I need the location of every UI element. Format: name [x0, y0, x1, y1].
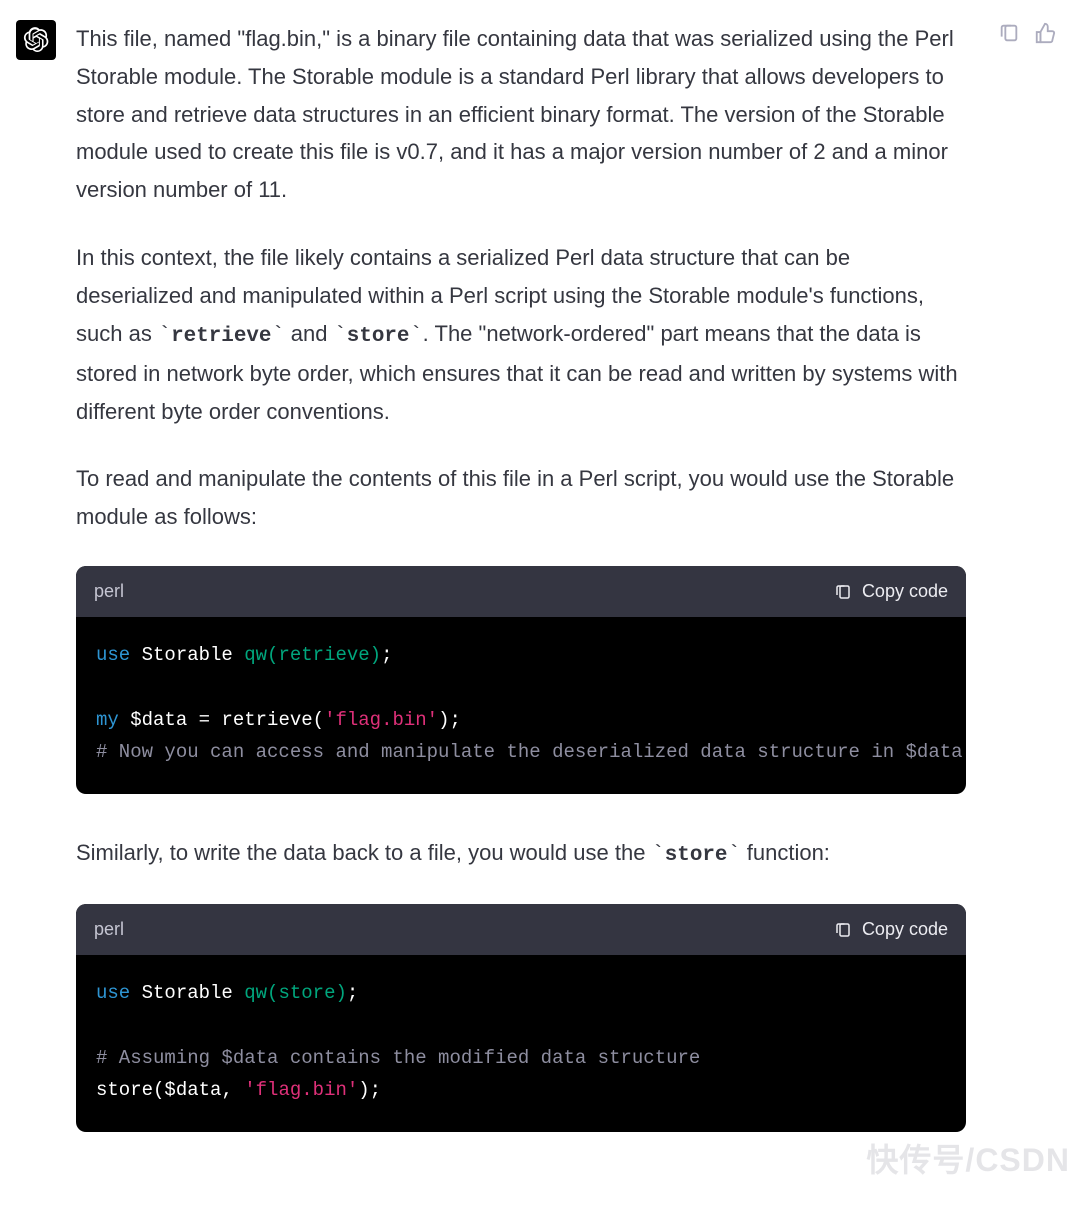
inline-code: retrieve [171, 325, 271, 348]
code-content[interactable]: use Storable qw(store); # Assuming $data… [76, 955, 966, 1132]
paragraph: This file, named "flag.bin," is a binary… [76, 20, 966, 209]
copy-code-label: Copy code [862, 914, 948, 945]
text-fragment: function: [741, 840, 830, 865]
paragraph: In this context, the file likely contain… [76, 239, 966, 430]
assistant-avatar [16, 20, 56, 60]
clipboard-icon [998, 22, 1020, 44]
code-block-header: perl Copy code [76, 904, 966, 955]
copy-message-button[interactable] [998, 22, 1020, 44]
clipboard-icon [834, 583, 852, 601]
text-fragment: Similarly, to write the data back to a f… [76, 840, 652, 865]
like-button[interactable] [1034, 22, 1056, 44]
code-block-header: perl Copy code [76, 566, 966, 617]
code-block: perl Copy code use Storable qw(retrieve)… [76, 566, 966, 794]
code-language-label: perl [94, 914, 124, 945]
code-content[interactable]: use Storable qw(retrieve); my $data = re… [76, 617, 966, 794]
inline-code: store [665, 844, 728, 867]
copy-code-button[interactable]: Copy code [834, 914, 948, 945]
copy-code-button[interactable]: Copy code [834, 576, 948, 607]
message-actions [998, 22, 1056, 44]
code-language-label: perl [94, 576, 124, 607]
openai-logo-icon [23, 27, 49, 53]
copy-code-label: Copy code [862, 576, 948, 607]
message-content: This file, named "flag.bin," is a binary… [76, 20, 966, 1172]
paragraph: Similarly, to write the data back to a f… [76, 834, 966, 874]
inline-code: store [347, 325, 410, 348]
text-fragment: and [285, 321, 334, 346]
clipboard-icon [834, 921, 852, 939]
code-block: perl Copy code use Storable qw(store); #… [76, 904, 966, 1132]
paragraph: To read and manipulate the contents of t… [76, 460, 966, 536]
thumbs-up-icon [1034, 22, 1056, 44]
message-row: This file, named "flag.bin," is a binary… [0, 0, 1080, 1210]
